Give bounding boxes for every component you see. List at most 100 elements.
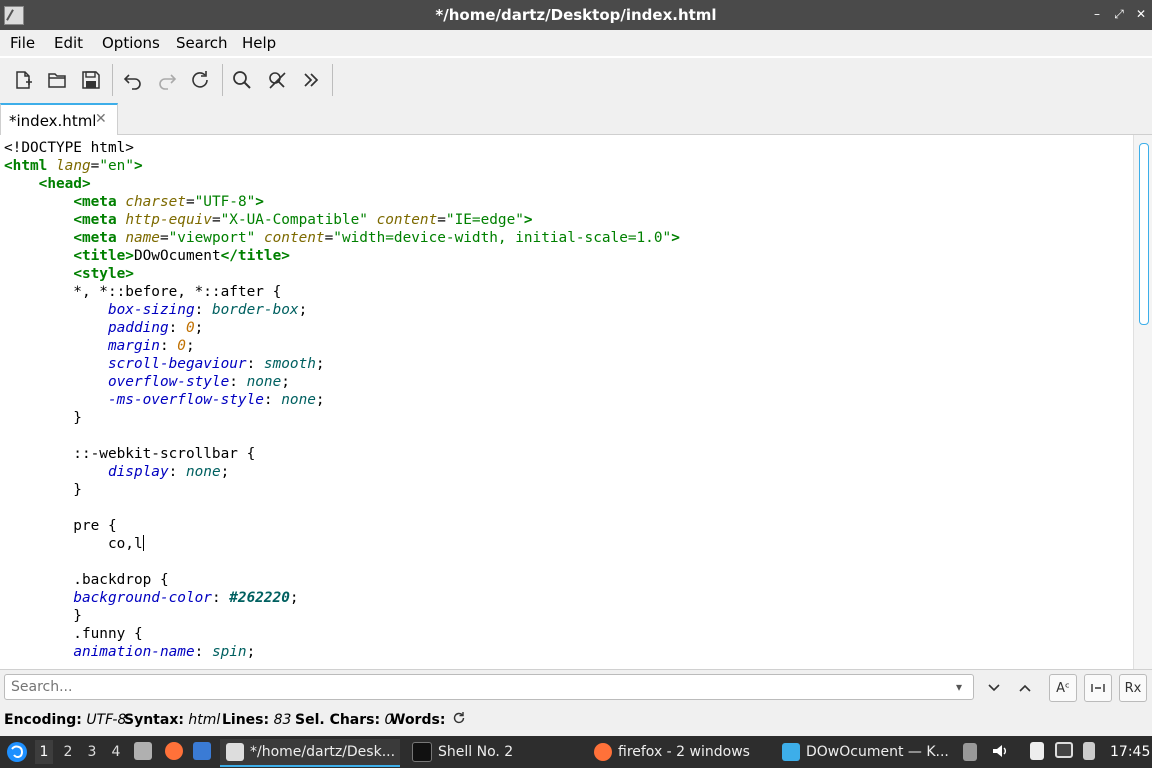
code-line: margin: 0; [107,338,195,354]
maximize-button[interactable]: ⤢ [1110,5,1128,23]
code-line: display: none; [107,464,230,480]
reload-icon[interactable] [186,66,214,94]
code-editor[interactable]: <!DOCTYPE html> <html lang="en"> <head> <… [0,135,1133,669]
status-lines: Lines: 83 [222,712,292,728]
volume-icon[interactable] [991,742,1009,764]
menu-file[interactable]: File [10,34,35,52]
menu-options[interactable]: Options [102,34,160,52]
find-replace-icon[interactable] [263,66,291,94]
firefox-launcher-icon[interactable] [165,742,183,764]
code-line: scroll-begaviour: smooth; [107,356,325,372]
terminal-icon [412,742,432,762]
workspace-4[interactable]: 4 [107,744,125,760]
code-line: <meta http-equiv="X-UA-Compatible" conte… [73,212,533,228]
firefox-icon [594,743,612,761]
desktop-launcher-icon[interactable] [193,742,211,764]
code-line: } [4,608,82,624]
whole-word-icon [1091,684,1105,692]
chevron-up-icon [1019,684,1031,692]
code-line: ::-webkit-scrollbar { [4,446,256,462]
minimize-button[interactable]: – [1088,5,1106,23]
code-line: box-sizing: border-box; [107,302,308,318]
code-line: *, *::before, *::after { [4,284,282,300]
task-document[interactable]: DOwOcument — K... [776,739,951,765]
toolbar [0,58,1152,102]
code-line: } [4,410,82,426]
code-line: ​ [4,427,680,445]
code-line: pre { [4,518,117,534]
code-line: padding: 0; [107,320,204,336]
notification-icon[interactable] [1083,742,1095,764]
tab-label: *index.html [9,112,97,130]
code-line: } [4,482,82,498]
regex-button[interactable]: Rx [1119,674,1147,702]
task-label: */home/dartz/Desk... [250,744,396,760]
code-line: .backdrop { [4,572,169,588]
match-case-icon: Aᶜ [1056,680,1070,696]
start-menu-icon[interactable] [6,741,28,767]
code-line: .funny { [4,626,143,642]
whole-word-button[interactable] [1084,674,1112,702]
tab-close-icon[interactable]: ✕ [95,111,107,127]
code-line: overflow-style: none; [107,374,290,390]
more-icon[interactable] [297,66,325,94]
search-input[interactable] [4,674,974,700]
code-line: <meta charset="UTF-8"> [73,194,264,210]
task-label: DOwOcument — K... [806,744,949,760]
document-viewer-icon [782,743,800,761]
removable-drive-icon[interactable] [963,743,977,765]
status-words: Words: [390,712,446,728]
task-label: firefox - 2 windows [618,744,750,760]
workspace-3[interactable]: 3 [83,744,101,760]
menu-bar: File Edit Options Search Help [0,30,1152,56]
match-case-button[interactable]: Aᶜ [1049,674,1077,702]
find-icon[interactable] [228,66,256,94]
task-label: Shell No. 2 [438,744,514,760]
refresh-word-count-icon[interactable] [452,711,466,729]
status-bar: Encoding: UTF-8 Syntax: html Lines: 83 S… [0,706,1152,736]
menu-edit[interactable]: Edit [54,34,83,52]
clipboard-icon[interactable] [1030,742,1044,764]
search-history-dropdown-icon[interactable]: ▾ [956,680,962,694]
code-line: ​ [4,499,680,517]
network-icon[interactable] [1055,742,1073,762]
code-line: <meta name="viewport" content="width=dev… [73,230,680,246]
new-file-icon[interactable] [9,66,37,94]
code-content: <!DOCTYPE html> <html lang="en"> <head> <… [4,139,680,661]
code-line: co,l [4,535,144,552]
taskbar: 1 2 3 4 */home/dartz/Desk... Shell No. 2… [0,736,1152,768]
code-line: background-color: #262220; [73,590,299,606]
regex-icon: Rx [1124,680,1142,696]
text-cursor [142,535,144,551]
menu-help[interactable]: Help [242,34,276,52]
workspace-2[interactable]: 2 [59,744,77,760]
task-shell[interactable]: Shell No. 2 [406,739,576,765]
status-sel-chars: Sel. Chars: 0 [295,712,394,728]
redo-icon[interactable] [153,66,181,94]
undo-icon[interactable] [119,66,147,94]
code-line: animation-name: spin; [73,644,256,660]
workspace-1[interactable]: 1 [35,740,53,764]
close-button[interactable]: ✕ [1132,5,1150,23]
find-previous-button[interactable] [1011,674,1039,702]
code-line: <html lang="en"> [4,158,143,174]
tab-bar: *index.html ✕ [0,102,1152,136]
menu-search[interactable]: Search [176,34,228,52]
save-icon[interactable] [77,66,105,94]
code-line: -ms-overflow-style: none; [107,392,325,408]
chevron-down-icon [988,684,1000,692]
task-firefox[interactable]: firefox - 2 windows [588,739,768,765]
search-bar: ▾ Aᶜ Rx [0,669,1152,707]
file-manager-launcher-icon[interactable] [134,742,152,764]
window-title: */home/dartz/Desktop/index.html [435,6,717,24]
scrollbar-thumb[interactable] [1139,143,1149,325]
tab-index-html[interactable]: *index.html ✕ [0,103,118,136]
vertical-scrollbar[interactable] [1133,135,1152,669]
find-next-button[interactable] [980,674,1008,702]
title-bar: */home/dartz/Desktop/index.html – ⤢ ✕ [0,0,1152,30]
open-folder-icon[interactable] [43,66,71,94]
task-text-editor[interactable]: */home/dartz/Desk... [220,739,400,767]
status-encoding: Encoding: UTF-8 [4,712,127,728]
code-line: <head> [38,176,91,192]
clock[interactable]: 17:45 [1110,744,1150,760]
